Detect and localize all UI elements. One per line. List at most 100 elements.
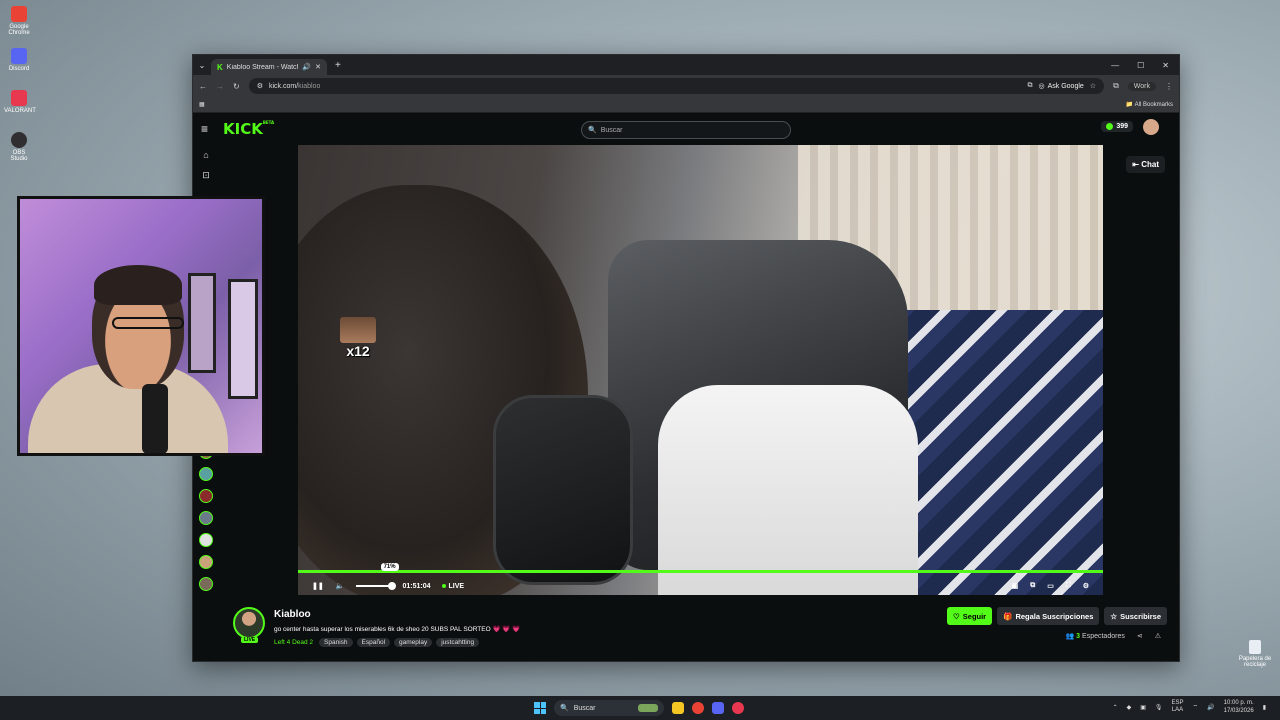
new-tab-button[interactable]: +: [335, 60, 341, 71]
bookmark-star-icon[interactable]: ☆: [1090, 82, 1096, 90]
user-avatar[interactable]: [1143, 119, 1159, 135]
volume-knob[interactable]: [387, 582, 396, 590]
chrome-icon[interactable]: [692, 702, 704, 714]
desktop-icon-label: VALORANT: [4, 108, 36, 114]
profile-button[interactable]: Work: [1127, 81, 1156, 91]
emote-image: [340, 317, 376, 343]
maximize-icon[interactable]: ☐: [1137, 61, 1144, 70]
clip-icon[interactable]: ⧉: [1030, 582, 1035, 590]
home-icon[interactable]: ⌂: [193, 145, 219, 165]
kick-favicon-icon: K: [217, 62, 223, 72]
gift-subs-button[interactable]: 🎁 Regala Suscripciones: [997, 607, 1100, 625]
desktop-icon-valorant[interactable]: VALORANT: [4, 90, 36, 114]
follow-button[interactable]: ♡ Seguir: [947, 607, 993, 625]
followed-channel-avatar[interactable]: [199, 511, 213, 525]
volume-slider[interactable]: 71%: [356, 563, 399, 590]
windows-start-icon[interactable]: [534, 702, 546, 714]
taskbar-clock[interactable]: 10:00 p. m. 17/03/2026: [1224, 699, 1254, 715]
taskbar-search[interactable]: 🔍 Buscar: [554, 700, 664, 716]
tab-search-chevron-icon[interactable]: ⌄: [193, 55, 211, 75]
url-field[interactable]: ⚙ kick.com/kiabloo ⧉ ◎ Ask Google ☆: [248, 78, 1105, 94]
pause-icon[interactable]: ❚❚: [312, 582, 324, 590]
translate-icon[interactable]: ⧉: [1027, 82, 1032, 90]
followed-channel-avatar[interactable]: [199, 577, 213, 591]
tray-chevron-icon[interactable]: ⌃: [1113, 704, 1118, 711]
report-icon[interactable]: ⚠: [1155, 632, 1161, 640]
video-player[interactable]: x12 ❚❚ 🔈 71% 01:51:04 LIVE ▣ ⧉ ▭ ⛶ ⚙: [298, 145, 1103, 595]
reload-icon[interactable]: ↻: [233, 82, 240, 91]
chat-toggle-button[interactable]: ⇤ Chat: [1126, 156, 1165, 173]
gift-icon: 🎁: [1003, 611, 1013, 621]
miniplayer-icon[interactable]: ▣: [1012, 582, 1019, 590]
ask-google-button[interactable]: ◎ Ask Google: [1038, 82, 1083, 91]
discord-icon: [11, 48, 27, 64]
desktop-icon-recycle-bin[interactable]: Papelera de reciclaje: [1238, 640, 1272, 668]
system-tray: ⌃ ◆ ▣ 🎙 ESP LAA ⌔ 🔊 10:00 p. m. 17/03/20…: [1113, 699, 1266, 715]
chat-label: Chat: [1141, 160, 1159, 169]
tab-audio-icon[interactable]: 🔊: [302, 63, 311, 71]
follow-label: Seguir: [962, 611, 987, 621]
wifi-icon[interactable]: ⌔: [1193, 703, 1199, 711]
kick-logo[interactable]: KICKBETA: [223, 120, 274, 138]
tray-app-icon[interactable]: ▣: [1140, 704, 1146, 711]
browser-menu-icon[interactable]: ⋮: [1165, 82, 1173, 91]
close-window-icon[interactable]: ✕: [1162, 61, 1169, 70]
extensions-icon[interactable]: ⧉: [1113, 81, 1119, 91]
webcam-overlay: [17, 196, 265, 456]
stream-progress-bar[interactable]: [298, 570, 1103, 573]
tag-gameplay[interactable]: gameplay: [394, 638, 433, 647]
notifications-icon[interactable]: ▮: [1263, 704, 1266, 711]
channel-avatar[interactable]: [233, 607, 265, 639]
tag-spanish[interactable]: Spanish: [319, 638, 353, 647]
subscribe-label: Suscribirse: [1120, 611, 1161, 621]
channel-name[interactable]: Kiabloo: [274, 609, 311, 620]
desktop-icon-obs[interactable]: OBS Studio: [4, 132, 34, 162]
microphone-icon[interactable]: 🎙: [1155, 704, 1163, 711]
webcam-person-hair: [94, 265, 182, 305]
followed-channel-avatar[interactable]: [199, 533, 213, 547]
followed-channel-avatar[interactable]: [199, 489, 213, 503]
tag-justchatting[interactable]: justcahtting: [436, 638, 480, 647]
category-link[interactable]: Left 4 Dead 2: [274, 639, 313, 646]
tag-espanol[interactable]: Español: [356, 638, 391, 647]
theater-mode-icon[interactable]: ▭: [1047, 582, 1054, 590]
stream-tags: Left 4 Dead 2 Spanish Español gameplay j…: [274, 638, 480, 647]
all-bookmarks-button[interactable]: 📁 All Bookmarks: [1126, 101, 1173, 108]
stream-time: 01:51:04: [402, 582, 431, 590]
discord-icon[interactable]: [712, 702, 724, 714]
tab-close-icon[interactable]: ✕: [315, 63, 321, 71]
minimize-icon[interactable]: —: [1111, 61, 1119, 70]
speaker-icon[interactable]: 🔊: [1207, 704, 1214, 711]
heart-icon: ♡: [953, 611, 960, 621]
fullscreen-icon[interactable]: ⛶: [1066, 582, 1071, 590]
file-explorer-icon[interactable]: [672, 702, 684, 714]
desktop-icon-chrome[interactable]: Google Chrome: [4, 6, 34, 36]
kick-points-badge[interactable]: 399: [1101, 121, 1133, 132]
subscribe-button[interactable]: ☆ Suscribirse: [1104, 607, 1167, 625]
url-host: kick.com/: [268, 82, 299, 90]
site-info-icon[interactable]: ⚙: [257, 82, 263, 90]
volume-icon[interactable]: 🔈: [336, 582, 345, 590]
hamburger-menu-icon[interactable]: ≡: [201, 122, 219, 136]
followed-channel-avatar[interactable]: [199, 467, 213, 481]
share-icon[interactable]: ⋖: [1137, 632, 1143, 640]
language-indicator[interactable]: ESP LAA: [1172, 700, 1184, 714]
apps-grid-icon[interactable]: ▦: [199, 101, 205, 108]
live-indicator[interactable]: LIVE: [442, 583, 464, 590]
gift-label: Regala Suscripciones: [1015, 611, 1094, 621]
kick-search-input[interactable]: 🔍 Buscar: [581, 121, 791, 139]
browser-tab[interactable]: K Kiabloo Stream - Watch Li... 🔊 ✕: [211, 59, 327, 75]
chrome-profile-icon[interactable]: [732, 702, 744, 714]
browse-icon[interactable]: ⊡: [193, 165, 219, 185]
kick-page: ≡ KICKBETA 🔍 Buscar 399 ⌂ ⊡ ⇤ Chat x12 ❚…: [193, 113, 1179, 661]
tray-app-icon[interactable]: ◆: [1127, 704, 1132, 711]
live-badge: LIVE: [241, 637, 259, 643]
beta-badge: BETA: [262, 120, 275, 125]
back-icon[interactable]: ←: [199, 82, 207, 91]
followed-channel-avatar[interactable]: [199, 555, 213, 569]
taskbar-apps: 🔍 Buscar: [534, 700, 744, 716]
settings-gear-icon[interactable]: ⚙: [1083, 582, 1089, 590]
taskbar-search-placeholder: Buscar: [573, 704, 596, 712]
desktop-icon-discord[interactable]: Discord: [4, 48, 34, 72]
forward-icon[interactable]: →: [216, 82, 224, 91]
